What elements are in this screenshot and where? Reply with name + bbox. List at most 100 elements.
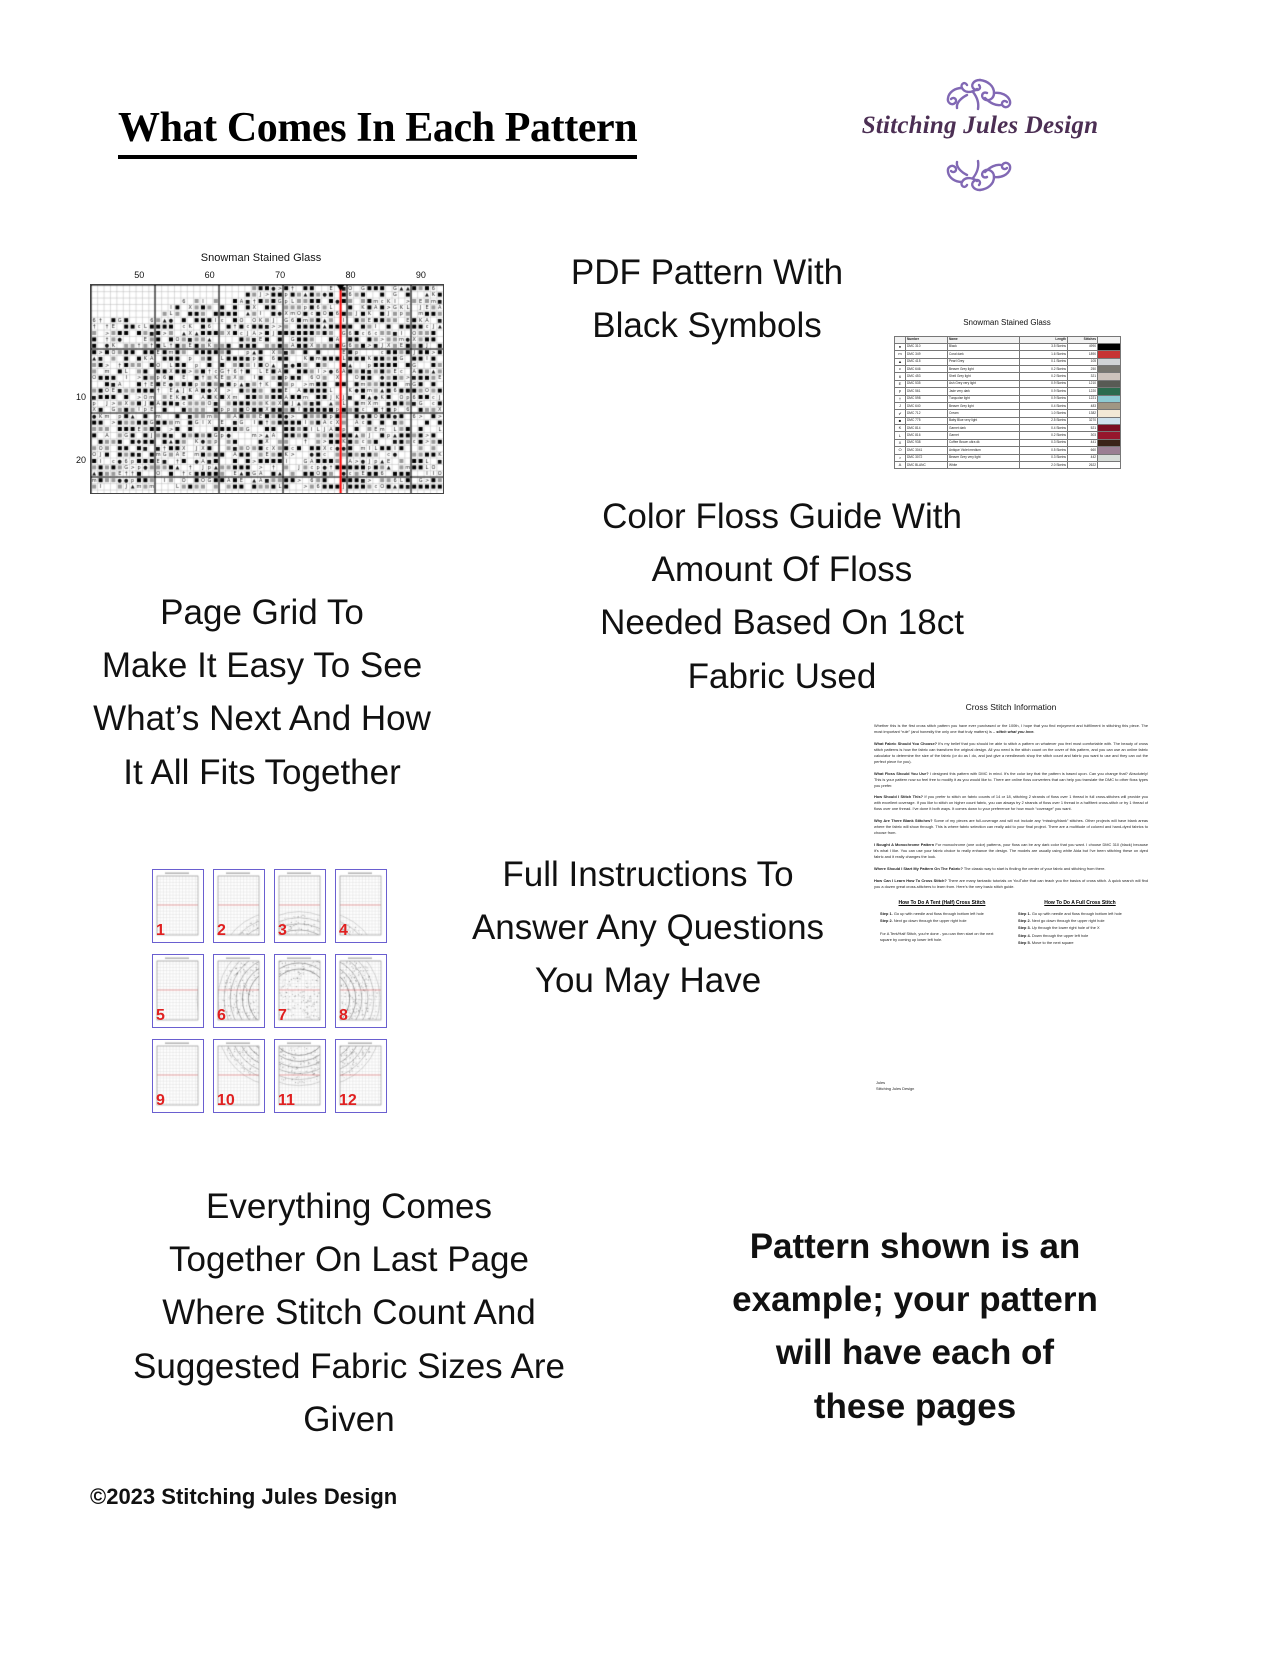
col-number: Number [906, 337, 948, 344]
page-title: What Comes In Each Pattern [118, 104, 637, 159]
cell-symbol: ▲ [895, 358, 906, 365]
how-to-full-heading: How To Do A Full Cross Stitch [1018, 900, 1142, 906]
caption-disclaimer: Pattern shown is an example; your pattern… [700, 1220, 1130, 1433]
page-grid-thumbnail[interactable]: 12 [335, 1039, 387, 1113]
section-heading: Where Should I Start My Pattern On The F… [874, 866, 963, 871]
page-grid-thumbnail[interactable]: 9 [152, 1039, 204, 1113]
flourish-bottom-icon [915, 154, 1045, 194]
cell-symbol: 6 [895, 373, 906, 380]
how-to-tent-steps: Step 1. Go up with needle and floss thro… [880, 911, 1004, 924]
cell-length: 2.5 Skeins [1020, 417, 1068, 424]
cell-length: 2.0 Skeins [1020, 462, 1068, 469]
instructions-section: What Floss Should You Use? I designed th… [874, 771, 1148, 789]
color-swatch [1098, 373, 1120, 379]
cell-number: DMC 349 [906, 351, 948, 358]
cell-swatch [1098, 410, 1121, 417]
instructions-section: Where Should I Start My Pattern On The F… [874, 866, 1148, 872]
cell-swatch [1098, 373, 1121, 380]
page-grid-thumbnail[interactable]: 10 [213, 1039, 265, 1113]
instructions-section: I Bought A Monochrome Pattern For monoch… [874, 842, 1148, 860]
chart-col-label: 80 [345, 270, 355, 280]
instructions-title: Cross Stitch Information [866, 702, 1156, 712]
col-stitches: Stitches [1068, 337, 1098, 344]
cell-symbol: X [895, 439, 906, 446]
page-grid-thumbnail[interactable]: 11 [274, 1039, 326, 1113]
cell-stitches: 321 [1068, 373, 1098, 380]
table-row: A DMC BLANC White 2.0 Skeins 2622 [895, 462, 1121, 469]
cell-number: DMC 535 [906, 380, 948, 387]
brand-name: Stitching Jules Design [850, 112, 1110, 140]
cell-stitches: 483 [1068, 402, 1098, 409]
instructions-intro: Whether this is the first cross stitch p… [874, 723, 1148, 735]
table-header-row: Number Name Length Stitches [895, 337, 1121, 344]
page-grid-thumbnail[interactable]: 8 [335, 954, 387, 1028]
section-heading: I Bought A Monochrome Pattern [874, 842, 934, 847]
how-to-step: Step 1. Go up with needle and floss thro… [880, 911, 1004, 917]
cell-name: Pearl Grey [948, 358, 1020, 365]
color-swatch [1098, 410, 1120, 416]
how-to-tent-note: For A Tent/Half Stitch, you’re done - yo… [880, 931, 1004, 943]
copyright-notice: ©2023 Stitching Jules Design [90, 1484, 397, 1510]
page-grid-number: 5 [156, 1008, 165, 1024]
cell-stitches: 1220 [1068, 388, 1098, 395]
table-row: 6 DMC 453 Shell Grey light 0.2 Skeins 321 [895, 373, 1121, 380]
instructions-section: How Can I Learn How To Cross Stitch? The… [874, 878, 1148, 890]
cell-swatch [1098, 395, 1121, 402]
cell-length: 0.2 Skeins [1020, 365, 1068, 372]
how-to-step: Step 2. Next go down through the upper r… [1018, 918, 1142, 924]
caption-page-grid: Page Grid To Make It Easy To See What’s Ne… [32, 586, 492, 799]
cell-length: 0.4 Skeins [1020, 425, 1068, 432]
how-to-tent-heading: How To Do A Tent (Half) Cross Stitch [880, 900, 1004, 906]
cell-length: 3.5 Skeins [1020, 343, 1068, 350]
page-grid-thumbnail[interactable]: 5 [152, 954, 204, 1028]
col-length: Length [1020, 337, 1068, 344]
cell-number: DMC 3072 [906, 454, 948, 461]
cell-number: DMC 775 [906, 417, 948, 424]
color-swatch [1098, 440, 1120, 446]
table-row: † DMC 598 Turquoise light 0.9 Skeins 1221 [895, 395, 1121, 402]
table-row: m DMC 349 Coral dark 1.6 Skeins 1890 [895, 351, 1121, 358]
cell-swatch [1098, 454, 1121, 461]
cell-symbol: p [895, 388, 906, 395]
page-grid-number: 11 [278, 1093, 295, 1109]
floss-guide-body: ● DMC 310 Black 3.5 Skeins 4990 m DMC 349 Coral… [895, 343, 1121, 469]
page-grid-number: 7 [278, 1008, 287, 1024]
cell-number: DMC 453 [906, 373, 948, 380]
floss-guide-title: Snowman Stained Glass [886, 318, 1128, 327]
caption-full-instructions: Full Instructions To Answer Any Questions… [430, 848, 866, 1008]
cell-stitches: 442 [1068, 454, 1098, 461]
how-to-step: Step 5. Move to the next square [1018, 940, 1142, 946]
page-grid-thumbnails: 1 2 3 4 5 6 7 8 9 10 11 12 [152, 869, 390, 1119]
instructions-section: What Fabric Should You Choose? It’s my b… [874, 741, 1148, 765]
cell-name: Beaver Grey very light [948, 454, 1020, 461]
page-grid-number: 1 [156, 923, 165, 939]
color-swatch [1098, 447, 1120, 453]
page-grid-thumbnail[interactable]: 4 [335, 869, 387, 943]
chart-row-label: 10 [76, 392, 86, 402]
page-grid-number: 8 [339, 1008, 348, 1024]
instructions-body: Whether this is the first cross stitch p… [866, 723, 1156, 947]
cell-symbol: O [895, 447, 906, 454]
col-symbol [895, 337, 906, 344]
how-to-step: Step 4. Down through the upper left hole [1018, 933, 1142, 939]
color-swatch [1098, 462, 1120, 468]
chart-col-label: 90 [416, 270, 426, 280]
table-row: c DMC 646 Beaver Grey light 0.2 Skeins 250 [895, 365, 1121, 372]
color-swatch [1098, 425, 1120, 431]
cell-swatch [1098, 380, 1121, 387]
page-grid-thumbnail[interactable]: 7 [274, 954, 326, 1028]
how-to-full-stitch: How To Do A Full Cross Stitch Step 1. Go… [1018, 900, 1142, 948]
chart-row-labels: 10 20 [68, 284, 88, 492]
cell-length: 0.3 Skeins [1020, 454, 1068, 461]
cell-stitches: 660 [1068, 447, 1098, 454]
page-grid-thumbnail[interactable]: 6 [213, 954, 265, 1028]
cell-symbol: † [895, 395, 906, 402]
page-grid-thumbnail[interactable]: 2 [213, 869, 265, 943]
cell-number: DMC 3041 [906, 447, 948, 454]
page-grid-thumbnail[interactable]: 1 [152, 869, 204, 943]
page-grid-thumbnail[interactable]: 3 [274, 869, 326, 943]
color-swatch [1098, 388, 1120, 394]
cell-number: DMC 310 [906, 343, 948, 350]
cell-name: Garnet dark [948, 425, 1020, 432]
cell-name: Shell Grey light [948, 373, 1020, 380]
